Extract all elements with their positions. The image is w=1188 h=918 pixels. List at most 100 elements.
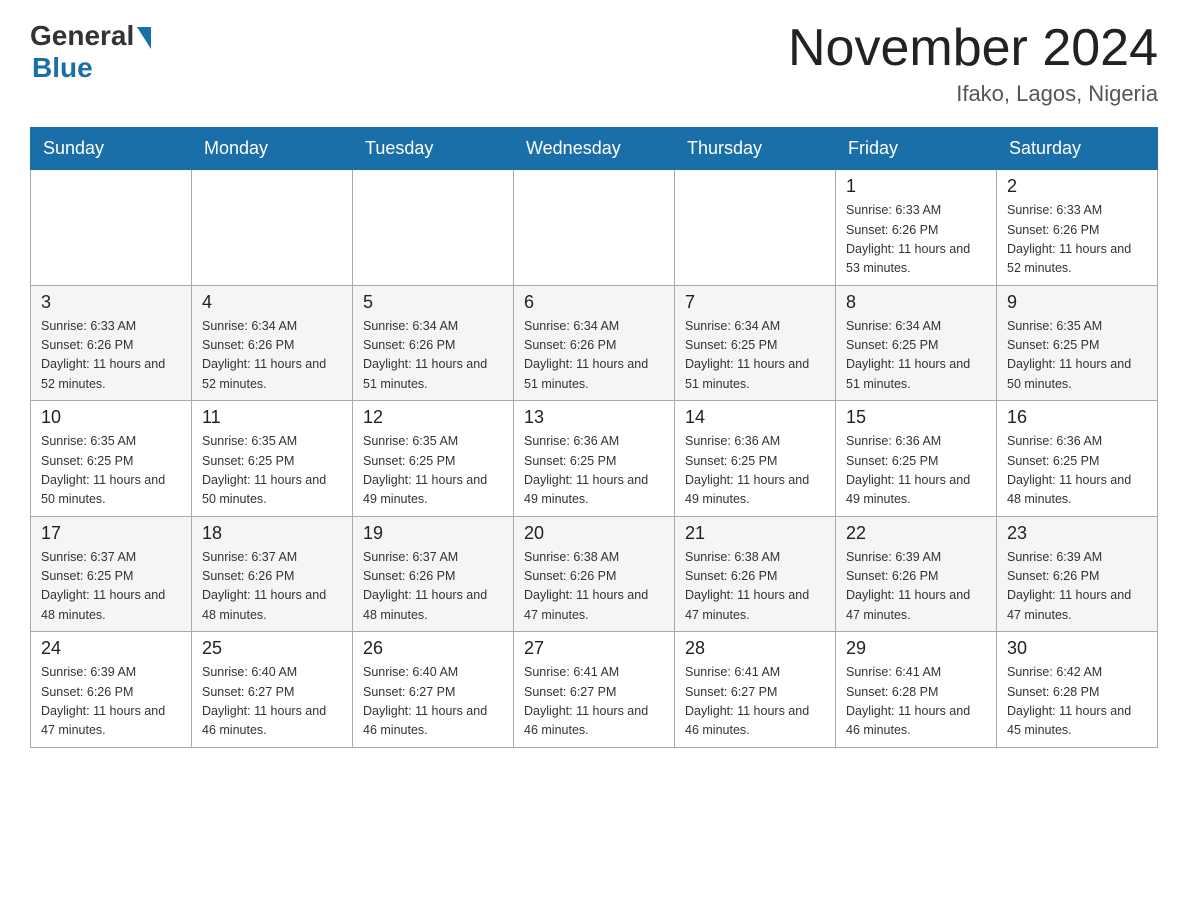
day-info: Sunrise: 6:35 AM Sunset: 6:25 PM Dayligh… [1007, 317, 1147, 395]
day-number: 17 [41, 523, 181, 544]
weekday-header-row: SundayMondayTuesdayWednesdayThursdayFrid… [31, 128, 1158, 170]
calendar-cell [675, 170, 836, 286]
day-info: Sunrise: 6:40 AM Sunset: 6:27 PM Dayligh… [363, 663, 503, 741]
day-info: Sunrise: 6:34 AM Sunset: 6:26 PM Dayligh… [363, 317, 503, 395]
day-info: Sunrise: 6:37 AM Sunset: 6:26 PM Dayligh… [363, 548, 503, 626]
day-info: Sunrise: 6:33 AM Sunset: 6:26 PM Dayligh… [846, 201, 986, 279]
day-info: Sunrise: 6:41 AM Sunset: 6:27 PM Dayligh… [685, 663, 825, 741]
weekday-header-tuesday: Tuesday [353, 128, 514, 170]
day-info: Sunrise: 6:38 AM Sunset: 6:26 PM Dayligh… [524, 548, 664, 626]
calendar-cell: 21Sunrise: 6:38 AM Sunset: 6:26 PM Dayli… [675, 516, 836, 632]
day-number: 24 [41, 638, 181, 659]
weekday-header-sunday: Sunday [31, 128, 192, 170]
calendar-cell: 28 Sunrise: 6:41 AM Sunset: 6:27 PM Dayli… [675, 632, 836, 748]
logo-arrow-icon [137, 27, 151, 49]
calendar-cell: 6Sunrise: 6:34 AM Sunset: 6:26 PM Daylig… [514, 285, 675, 401]
day-info: Sunrise: 6:34 AM Sunset: 6:26 PM Dayligh… [524, 317, 664, 395]
day-info: Sunrise: 6:39 AM Sunset: 6:26 PM Dayligh… [846, 548, 986, 626]
day-info: Sunrise: 6:35 AM Sunset: 6:25 PM Dayligh… [363, 432, 503, 510]
day-number: 8 [846, 292, 986, 313]
logo: General Blue [30, 20, 151, 84]
day-info: Sunrise: 6:37 AM Sunset: 6:25 PM Dayligh… [41, 548, 181, 626]
day-number: 27 [524, 638, 664, 659]
day-info: Sunrise: 6:39 AM Sunset: 6:26 PM Dayligh… [1007, 548, 1147, 626]
day-info: Sunrise: 6:41 AM Sunset: 6:27 PM Dayligh… [524, 663, 664, 741]
day-info: Sunrise: 6:33 AM Sunset: 6:26 PM Dayligh… [1007, 201, 1147, 279]
calendar-cell: 25 Sunrise: 6:40 AM Sunset: 6:27 PM Dayli… [192, 632, 353, 748]
day-number: 19 [363, 523, 503, 544]
calendar-cell: 20 Sunrise: 6:38 AM Sunset: 6:26 PM Dayli… [514, 516, 675, 632]
calendar-week-row: 24 Sunrise: 6:39 AM Sunset: 6:26 PM Dayli… [31, 632, 1158, 748]
calendar-cell [192, 170, 353, 286]
calendar-cell: 4 Sunrise: 6:34 AM Sunset: 6:26 PM Daylig… [192, 285, 353, 401]
day-number: 5 [363, 292, 503, 313]
calendar-cell: 29Sunrise: 6:41 AM Sunset: 6:28 PM Dayli… [836, 632, 997, 748]
calendar-cell: 3Sunrise: 6:33 AM Sunset: 6:26 PM Daylig… [31, 285, 192, 401]
calendar-cell [31, 170, 192, 286]
calendar-cell: 5 Sunrise: 6:34 AM Sunset: 6:26 PM Daylig… [353, 285, 514, 401]
day-number: 13 [524, 407, 664, 428]
calendar-cell: 15Sunrise: 6:36 AM Sunset: 6:25 PM Dayli… [836, 401, 997, 517]
weekday-header-friday: Friday [836, 128, 997, 170]
page-header: General Blue November 2024 Ifako, Lagos,… [30, 20, 1158, 107]
day-number: 4 [202, 292, 342, 313]
day-number: 7 [685, 292, 825, 313]
day-number: 21 [685, 523, 825, 544]
calendar-cell: 24 Sunrise: 6:39 AM Sunset: 6:26 PM Dayli… [31, 632, 192, 748]
calendar-cell: 11 Sunrise: 6:35 AM Sunset: 6:25 PM Dayli… [192, 401, 353, 517]
calendar-cell: 8Sunrise: 6:34 AM Sunset: 6:25 PM Daylig… [836, 285, 997, 401]
weekday-header-wednesday: Wednesday [514, 128, 675, 170]
calendar-cell: 26 Sunrise: 6:40 AM Sunset: 6:27 PM Dayli… [353, 632, 514, 748]
day-number: 2 [1007, 176, 1147, 197]
calendar-cell: 30 Sunrise: 6:42 AM Sunset: 6:28 PM Dayli… [997, 632, 1158, 748]
day-number: 22 [846, 523, 986, 544]
calendar-cell [353, 170, 514, 286]
day-number: 26 [363, 638, 503, 659]
day-info: Sunrise: 6:40 AM Sunset: 6:27 PM Dayligh… [202, 663, 342, 741]
weekday-header-monday: Monday [192, 128, 353, 170]
day-info: Sunrise: 6:37 AM Sunset: 6:26 PM Dayligh… [202, 548, 342, 626]
calendar-cell: 17 Sunrise: 6:37 AM Sunset: 6:25 PM Dayli… [31, 516, 192, 632]
month-year-title: November 2024 [788, 20, 1158, 77]
day-number: 20 [524, 523, 664, 544]
day-info: Sunrise: 6:35 AM Sunset: 6:25 PM Dayligh… [202, 432, 342, 510]
calendar-cell: 23 Sunrise: 6:39 AM Sunset: 6:26 PM Dayli… [997, 516, 1158, 632]
day-number: 3 [41, 292, 181, 313]
calendar-week-row: 10 Sunrise: 6:35 AM Sunset: 6:25 PM Dayli… [31, 401, 1158, 517]
logo-blue-text: Blue [32, 52, 93, 84]
calendar-cell: 16 Sunrise: 6:36 AM Sunset: 6:25 PM Dayli… [997, 401, 1158, 517]
calendar-cell [514, 170, 675, 286]
day-number: 9 [1007, 292, 1147, 313]
day-number: 10 [41, 407, 181, 428]
day-number: 16 [1007, 407, 1147, 428]
calendar-cell: 22 Sunrise: 6:39 AM Sunset: 6:26 PM Dayli… [836, 516, 997, 632]
calendar-cell: 9 Sunrise: 6:35 AM Sunset: 6:25 PM Daylig… [997, 285, 1158, 401]
calendar-cell: 19 Sunrise: 6:37 AM Sunset: 6:26 PM Dayli… [353, 516, 514, 632]
day-number: 12 [363, 407, 503, 428]
day-info: Sunrise: 6:42 AM Sunset: 6:28 PM Dayligh… [1007, 663, 1147, 741]
day-number: 1 [846, 176, 986, 197]
calendar-cell: 27 Sunrise: 6:41 AM Sunset: 6:27 PM Dayli… [514, 632, 675, 748]
day-number: 25 [202, 638, 342, 659]
day-info: Sunrise: 6:39 AM Sunset: 6:26 PM Dayligh… [41, 663, 181, 741]
day-number: 30 [1007, 638, 1147, 659]
day-number: 23 [1007, 523, 1147, 544]
day-number: 11 [202, 407, 342, 428]
calendar-week-row: 17 Sunrise: 6:37 AM Sunset: 6:25 PM Dayli… [31, 516, 1158, 632]
calendar-cell: 18Sunrise: 6:37 AM Sunset: 6:26 PM Dayli… [192, 516, 353, 632]
calendar-cell: 1 Sunrise: 6:33 AM Sunset: 6:26 PM Daylig… [836, 170, 997, 286]
weekday-header-thursday: Thursday [675, 128, 836, 170]
logo-general-text: General [30, 20, 134, 52]
day-number: 28 [685, 638, 825, 659]
calendar-table: SundayMondayTuesdayWednesdayThursdayFrid… [30, 127, 1158, 748]
day-number: 14 [685, 407, 825, 428]
location-subtitle: Ifako, Lagos, Nigeria [788, 81, 1158, 107]
calendar-week-row: 3Sunrise: 6:33 AM Sunset: 6:26 PM Daylig… [31, 285, 1158, 401]
day-info: Sunrise: 6:34 AM Sunset: 6:25 PM Dayligh… [685, 317, 825, 395]
day-info: Sunrise: 6:34 AM Sunset: 6:26 PM Dayligh… [202, 317, 342, 395]
day-number: 15 [846, 407, 986, 428]
day-info: Sunrise: 6:36 AM Sunset: 6:25 PM Dayligh… [685, 432, 825, 510]
weekday-header-saturday: Saturday [997, 128, 1158, 170]
title-section: November 2024 Ifako, Lagos, Nigeria [788, 20, 1158, 107]
day-info: Sunrise: 6:36 AM Sunset: 6:25 PM Dayligh… [1007, 432, 1147, 510]
